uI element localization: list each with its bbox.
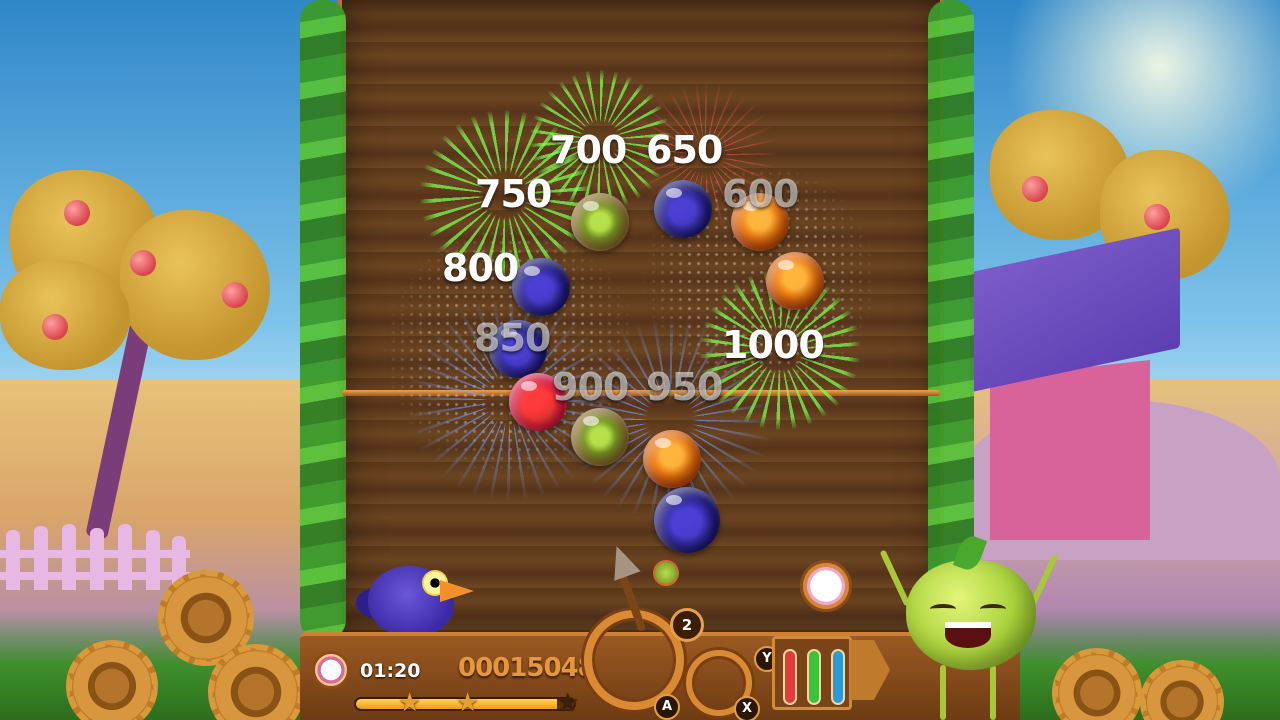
fruit-bubble-blueberry: [512, 258, 570, 316]
apple-decoration: [42, 314, 68, 340]
apple-eye-right: [980, 604, 1006, 614]
score-popup: 750: [475, 172, 552, 216]
fruit-bubble-blueberry: [654, 180, 712, 238]
apple-decoration: [222, 282, 248, 308]
score-popup: 800: [442, 246, 519, 290]
fruit-bubble-orange: [766, 252, 824, 310]
score-popup: 1000: [722, 323, 825, 367]
tube-blue: [831, 649, 845, 705]
score-counter: 00015048: [458, 653, 596, 683]
score-popup: 950: [646, 365, 723, 409]
apple-decoration: [1022, 176, 1048, 202]
fruit-bubble-orange: [643, 430, 701, 488]
button-prompt-x[interactable]: X: [734, 696, 760, 720]
score-popup: 650: [646, 128, 723, 172]
tube-red: [783, 649, 797, 705]
apple-eye-left: [930, 604, 956, 614]
star-icon: ★: [456, 688, 480, 718]
score-popup: 600: [722, 172, 799, 216]
score-popup: 850: [474, 316, 551, 360]
fruit-bubble-kiwi: [571, 193, 629, 251]
apple-leg-right: [990, 665, 996, 720]
power-tubes: [772, 636, 852, 710]
button-prompt-a[interactable]: A: [654, 694, 680, 720]
picket-fence: [0, 520, 190, 590]
vine-left: [300, 0, 346, 640]
apple-mascot: [906, 560, 1036, 670]
timer-icon: [312, 651, 350, 689]
fruit-bubble-blueberry: [654, 487, 720, 553]
score-popup: 900: [552, 365, 629, 409]
shots-count-badge: 2: [670, 608, 704, 642]
star-icon: ★: [398, 688, 422, 718]
tube-green: [807, 649, 821, 705]
apple-decoration: [130, 250, 156, 276]
apple-leg-left: [940, 665, 946, 720]
fruit-bubble-kiwi: [571, 408, 629, 466]
gauge-icon: [800, 560, 852, 612]
apple-decoration: [64, 200, 90, 226]
apple-mouth: [945, 622, 991, 648]
timer-value: 01:20: [360, 660, 421, 682]
score-popup: 700: [550, 128, 627, 172]
shed-body: [990, 360, 1150, 540]
star-icon: ★: [556, 688, 580, 718]
apple-decoration: [1144, 204, 1170, 230]
next-fruit-preview: [655, 562, 677, 584]
tree-canopy-left-3: [0, 260, 130, 370]
